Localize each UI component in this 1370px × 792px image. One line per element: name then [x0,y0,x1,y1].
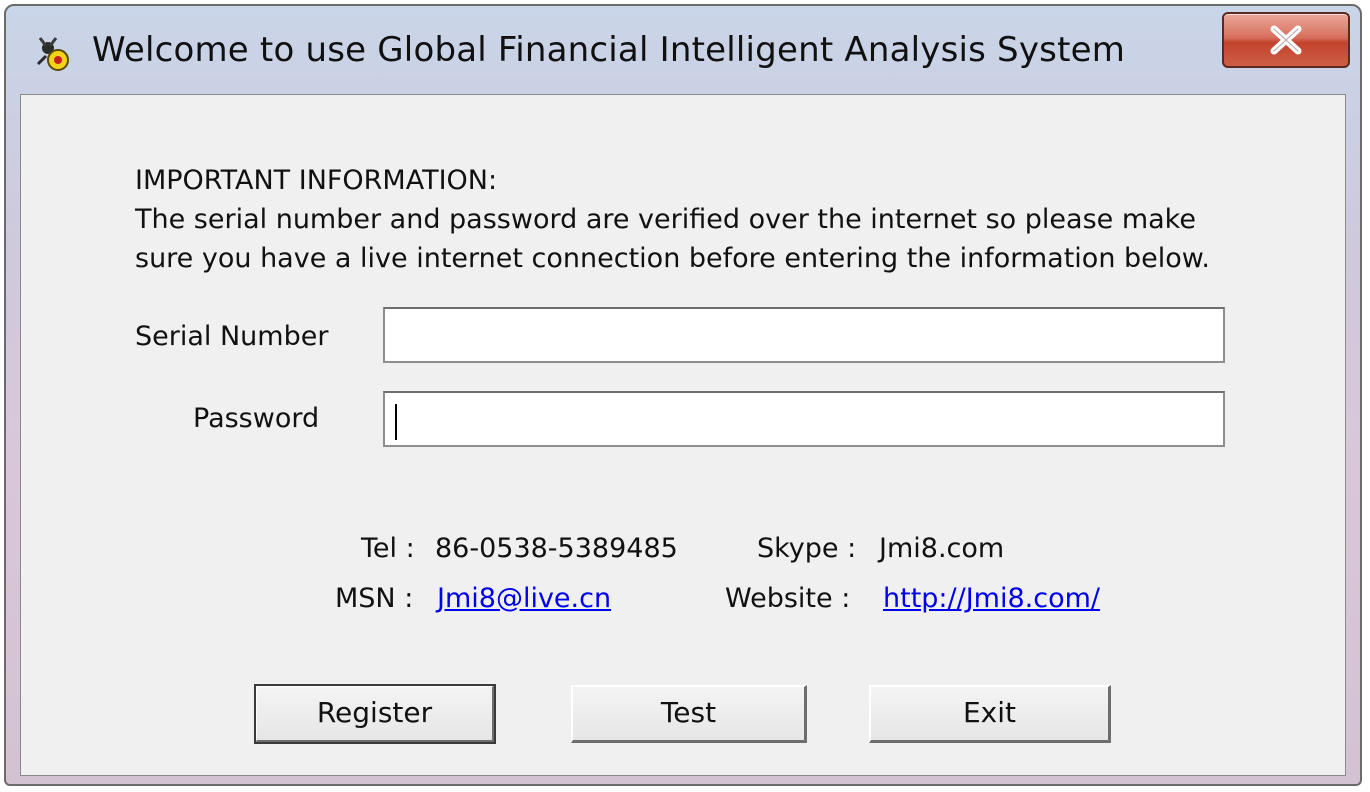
info-line-2: sure you have a live internet connection… [135,243,1210,274]
close-x-icon [1270,25,1302,55]
login-dialog-window: Welcome to use Global Financial Intellig… [4,4,1362,786]
title-bar[interactable]: Welcome to use Global Financial Intellig… [6,6,1360,94]
password-label: Password [193,403,320,434]
msn-label: MSN : [335,583,414,614]
serial-number-input[interactable] [383,307,1225,363]
skype-value: Jmi8.com [879,533,1005,564]
important-info-text: IMPORTANT INFORMATION: The serial number… [135,161,1210,278]
close-button[interactable] [1222,12,1350,68]
text-caret [395,404,397,440]
info-heading: IMPORTANT INFORMATION: [135,165,498,196]
tel-label: Tel : [361,533,415,564]
register-button[interactable]: Register [254,684,496,744]
skype-label: Skype : [757,533,857,564]
msn-link[interactable]: Jmi8@live.cn [437,583,611,614]
website-link[interactable]: http://Jmi8.com/ [883,583,1100,614]
dialog-body: IMPORTANT INFORMATION: The serial number… [20,94,1346,776]
website-label: Website : [725,583,851,614]
window-title: Welcome to use Global Financial Intellig… [92,30,1126,70]
password-input[interactable] [383,391,1225,447]
exit-button[interactable]: Exit [869,685,1111,743]
serial-number-label: Serial Number [135,321,329,352]
tel-value: 86-0538-5389485 [435,533,678,564]
test-button[interactable]: Test [571,685,807,743]
info-line-1: The serial number and password are verif… [135,204,1196,235]
app-logo-icon [34,34,74,74]
